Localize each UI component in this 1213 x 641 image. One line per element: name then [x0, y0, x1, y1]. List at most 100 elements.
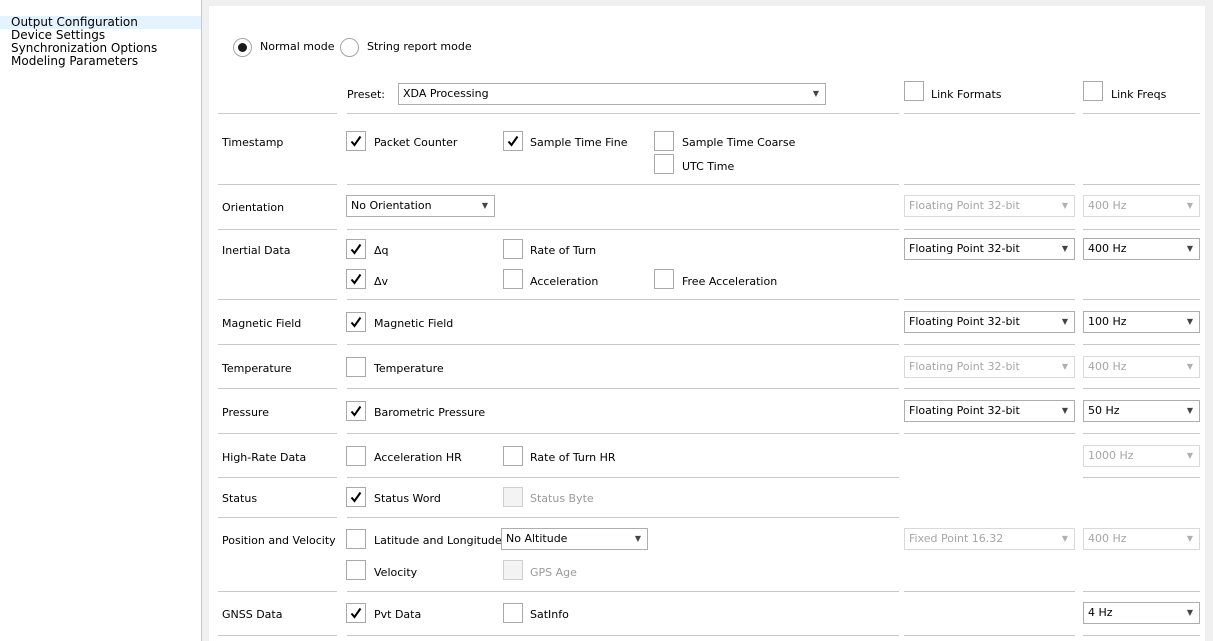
utc-time-checkbox[interactable]: [654, 154, 674, 174]
status-byte-checkbox: [503, 487, 523, 507]
orientation-freq-value: 400 Hz: [1088, 199, 1127, 212]
satinfo-label: SatInfo: [530, 608, 569, 621]
magnetic-format-select[interactable]: Floating Point 32-bit ▼: [904, 311, 1075, 333]
status-word-checkbox[interactable]: [346, 487, 366, 507]
highrate-freq-value: 1000 Hz: [1088, 449, 1134, 462]
delta-q-checkbox[interactable]: [346, 239, 366, 259]
sample-time-fine-checkbox[interactable]: [503, 131, 523, 151]
magnetic-freq-select[interactable]: 100 Hz ▼: [1083, 311, 1200, 333]
delta-q-label: Δq: [374, 244, 389, 257]
chevron-down-icon: ▼: [1186, 244, 1193, 253]
link-formats-label: Link Formats: [931, 88, 1002, 101]
pressure-freq-value: 50 Hz: [1088, 404, 1120, 417]
velocity-checkbox[interactable]: [346, 560, 366, 580]
chevron-down-icon: ▼: [1061, 362, 1068, 371]
link-freqs-label: Link Freqs: [1111, 88, 1167, 101]
magnetic-field-label: Magnetic Field: [374, 317, 454, 330]
link-freqs-checkbox[interactable]: [1083, 81, 1103, 101]
acceleration-label: Acceleration: [530, 275, 599, 288]
preset-value: XDA Processing: [403, 87, 489, 100]
gps-age-checkbox: [503, 560, 523, 580]
latitude-longitude-label: Latitude and Longitude: [374, 534, 502, 547]
row-label-pressure: Pressure: [222, 406, 269, 419]
orientation-select[interactable]: No Orientation ▼: [346, 195, 495, 217]
rate-of-turn-hr-checkbox[interactable]: [503, 446, 523, 466]
radio-selected-dot: [238, 43, 247, 52]
row-label-inertial-data: Inertial Data: [222, 244, 291, 257]
free-acceleration-checkbox[interactable]: [654, 269, 674, 289]
orientation-freq-select: 400 Hz ▼: [1083, 195, 1200, 217]
gnss-freq-select[interactable]: 4 Hz ▼: [1083, 602, 1200, 624]
temperature-checkbox[interactable]: [346, 357, 366, 377]
magnetic-format-value: Floating Point 32-bit: [909, 315, 1020, 328]
magnetic-freq-value: 100 Hz: [1088, 315, 1127, 328]
chevron-down-icon: ▼: [1186, 608, 1193, 617]
acceleration-checkbox[interactable]: [503, 269, 523, 289]
checkmark-icon: [350, 135, 362, 147]
chevron-down-icon: ▼: [481, 201, 488, 210]
latitude-longitude-checkbox[interactable]: [346, 529, 366, 549]
chevron-down-icon: ▼: [812, 89, 819, 98]
row-label-magnetic-field: Magnetic Field: [222, 317, 302, 330]
delta-v-label: Δv: [374, 275, 389, 288]
altitude-value: No Altitude: [506, 532, 568, 545]
chevron-down-icon: ▼: [1061, 244, 1068, 253]
normal-mode-label: Normal mode: [260, 40, 335, 53]
pressure-format-select[interactable]: Floating Point 32-bit ▼: [904, 400, 1075, 422]
status-byte-label: Status Byte: [530, 492, 594, 505]
delta-v-checkbox[interactable]: [346, 269, 366, 289]
chevron-down-icon: ▼: [634, 534, 641, 543]
gnss-freq-value: 4 Hz: [1088, 606, 1113, 619]
temperature-format-select: Floating Point 32-bit ▼: [904, 356, 1075, 378]
checkmark-icon: [350, 316, 362, 328]
inertial-format-value: Floating Point 32-bit: [909, 242, 1020, 255]
checkmark-icon: [507, 135, 519, 147]
chevron-down-icon: ▼: [1061, 317, 1068, 326]
row-label-temperature: Temperature: [222, 362, 292, 375]
pressure-format-value: Floating Point 32-bit: [909, 404, 1020, 417]
orientation-format-value: Floating Point 32-bit: [909, 199, 1020, 212]
chevron-down-icon: ▼: [1061, 406, 1068, 415]
link-formats-checkbox[interactable]: [904, 81, 924, 101]
position-format-select: Fixed Point 16.32 ▼: [904, 528, 1075, 550]
checkmark-icon: [350, 607, 362, 619]
orientation-value: No Orientation: [351, 199, 432, 212]
utc-time-label: UTC Time: [682, 160, 735, 173]
checkmark-icon: [350, 243, 362, 255]
sample-time-coarse-checkbox[interactable]: [654, 131, 674, 151]
position-freq-select: 400 Hz ▼: [1083, 528, 1200, 550]
row-label-position-and-velocity: Position and Velocity: [222, 534, 336, 547]
gps-age-label: GPS Age: [530, 566, 577, 579]
pressure-freq-select[interactable]: 50 Hz ▼: [1083, 400, 1200, 422]
output-configuration-panel: Normal mode String report mode Preset: X…: [209, 6, 1205, 641]
altitude-select[interactable]: No Altitude ▼: [501, 528, 648, 550]
sample-time-coarse-label: Sample Time Coarse: [682, 136, 796, 149]
status-word-label: Status Word: [374, 492, 441, 505]
sidebar-item-modeling-parameters[interactable]: Modeling Parameters: [0, 55, 201, 68]
row-label-orientation: Orientation: [222, 201, 285, 214]
magnetic-field-checkbox[interactable]: [346, 312, 366, 332]
pvt-data-label: Pvt Data: [374, 608, 422, 621]
acceleration-hr-checkbox[interactable]: [346, 446, 366, 466]
pvt-data-checkbox[interactable]: [346, 603, 366, 623]
barometric-pressure-checkbox[interactable]: [346, 401, 366, 421]
free-acceleration-label: Free Acceleration: [682, 275, 778, 288]
temperature-freq-select: 400 Hz ▼: [1083, 356, 1200, 378]
chevron-down-icon: ▼: [1186, 534, 1193, 543]
string-report-mode-radio[interactable]: [340, 38, 359, 57]
chevron-down-icon: ▼: [1186, 451, 1193, 460]
chevron-down-icon: ▼: [1186, 406, 1193, 415]
inertial-format-select[interactable]: Floating Point 32-bit ▼: [904, 238, 1075, 260]
position-freq-value: 400 Hz: [1088, 532, 1127, 545]
string-report-mode-label: String report mode: [367, 40, 472, 53]
satinfo-checkbox[interactable]: [503, 603, 523, 623]
inertial-freq-select[interactable]: 400 Hz ▼: [1083, 238, 1200, 260]
normal-mode-radio[interactable]: [233, 38, 252, 57]
rate-of-turn-checkbox[interactable]: [503, 239, 523, 259]
preset-select[interactable]: XDA Processing ▼: [398, 83, 826, 105]
sidebar-tree: Output Configuration Device Settings Syn…: [0, 0, 202, 641]
temperature-freq-value: 400 Hz: [1088, 360, 1127, 373]
packet-counter-checkbox[interactable]: [346, 131, 366, 151]
chevron-down-icon: ▼: [1186, 362, 1193, 371]
highrate-freq-select: 1000 Hz ▼: [1083, 445, 1200, 467]
